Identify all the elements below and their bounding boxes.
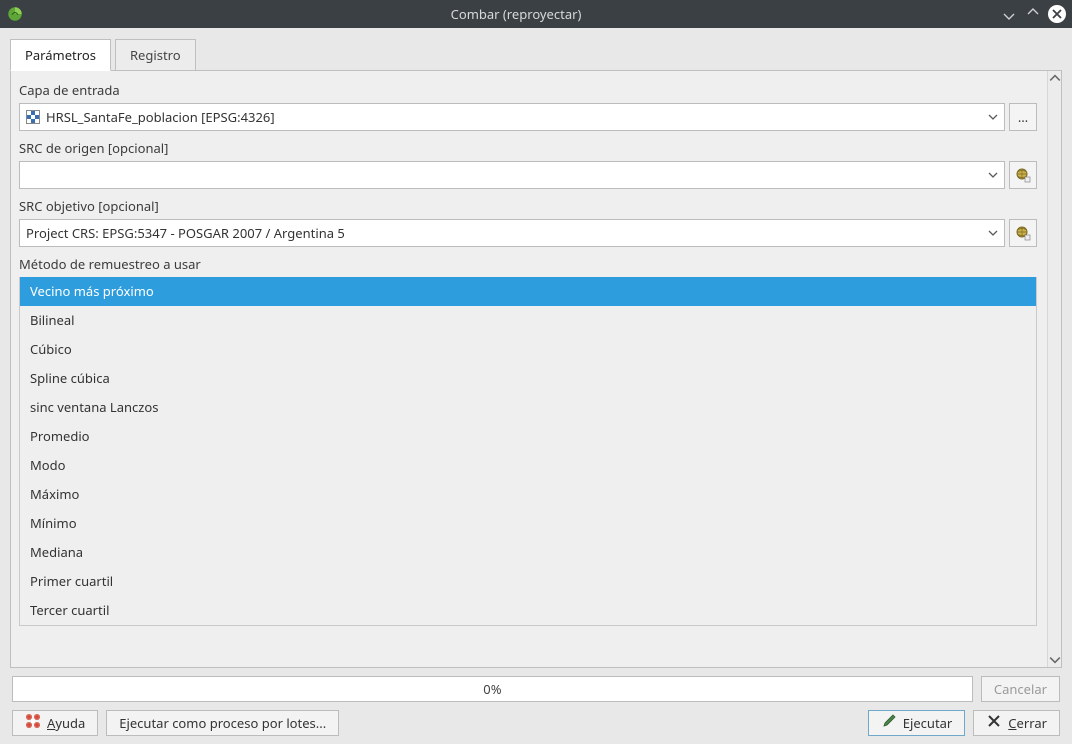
label-target-crs: SRC objetivo [opcional] <box>19 197 1037 215</box>
tab-log[interactable]: Registro <box>115 39 196 71</box>
tab-panel: Capa de entrada HRSL_SantaFe_poblacion [… <box>10 70 1062 668</box>
help-label: Ayuda <box>47 714 85 732</box>
input-layer-value: HRSL_SantaFe_poblacion [EPSG:4326] <box>46 108 275 126</box>
chevron-down-icon <box>988 166 998 184</box>
window-title: Combar (reproyectar) <box>32 5 1000 23</box>
resample-option[interactable]: Primer cuartil <box>20 567 1036 596</box>
bottom-area: 0% Cancelar Ayuda Ejecutar como proceso … <box>10 668 1062 736</box>
parameters-scroll: Capa de entrada HRSL_SantaFe_poblacion [… <box>11 71 1047 667</box>
cancel-progress-button: Cancelar <box>981 676 1060 702</box>
source-crs-combo[interactable] <box>19 161 1005 189</box>
scroll-down-icon[interactable] <box>1049 654 1061 666</box>
resample-option[interactable]: Spline cúbica <box>20 364 1036 393</box>
run-label: Ejecutar <box>903 714 953 732</box>
chevron-down-icon <box>988 224 998 242</box>
resample-option[interactable]: Bilineal <box>20 306 1036 335</box>
titlebar: Combar (reproyectar) <box>0 0 1072 28</box>
input-layer-more-button[interactable]: … <box>1009 103 1037 131</box>
scroll-up-icon[interactable] <box>1049 72 1061 84</box>
close-button[interactable]: Cerrar <box>973 710 1060 736</box>
label-source-crs: SRC de origen [opcional] <box>19 139 1037 157</box>
resample-option[interactable]: sinc ventana Lanczos <box>20 393 1036 422</box>
resample-option[interactable]: Mediana <box>20 538 1036 567</box>
dialog-body: Parámetros Registro Capa de entrada HRSL… <box>0 28 1072 744</box>
vertical-scrollbar[interactable] <box>1047 71 1061 667</box>
target-crs-value: Project CRS: EPSG:5347 - POSGAR 2007 / A… <box>26 224 345 242</box>
maximize-icon[interactable] <box>1024 5 1042 23</box>
help-button[interactable]: Ayuda <box>12 710 98 736</box>
select-target-crs-button[interactable] <box>1009 219 1037 247</box>
label-input-layer: Capa de entrada <box>19 81 1037 99</box>
resample-option[interactable]: Tercer cuartil <box>20 596 1036 625</box>
chevron-down-icon <box>988 108 998 126</box>
app-icon <box>6 5 24 23</box>
tabs: Parámetros Registro <box>10 38 1062 70</box>
run-button[interactable]: Ejecutar <box>868 710 966 736</box>
close-label: Cerrar <box>1008 714 1047 732</box>
resample-option[interactable]: Mínimo <box>20 509 1036 538</box>
resample-option[interactable]: Vecino más próximo <box>20 277 1036 306</box>
target-crs-combo[interactable]: Project CRS: EPSG:5347 - POSGAR 2007 / A… <box>19 219 1005 247</box>
resample-dropdown[interactable]: Vecino más próximo Bilineal Cúbico Splin… <box>19 277 1037 626</box>
progress-bar: 0% <box>12 676 973 702</box>
tab-parameters[interactable]: Parámetros <box>10 39 111 71</box>
resample-option[interactable]: Máximo <box>20 480 1036 509</box>
window-controls <box>1000 5 1066 23</box>
input-layer-combo[interactable]: HRSL_SantaFe_poblacion [EPSG:4326] <box>19 103 1005 131</box>
close-icon[interactable] <box>1048 5 1066 23</box>
resample-option[interactable]: Cúbico <box>20 335 1036 364</box>
run-icon <box>881 713 897 733</box>
select-source-crs-button[interactable] <box>1009 161 1037 189</box>
close-x-icon <box>986 713 1002 733</box>
help-icon <box>25 713 41 733</box>
resample-option[interactable]: Promedio <box>20 422 1036 451</box>
raster-layer-icon <box>26 110 40 124</box>
minimize-icon[interactable] <box>1000 5 1018 23</box>
label-resample: Método de remuestreo a usar <box>19 255 1037 273</box>
run-batch-button[interactable]: Ejecutar como proceso por lotes... <box>106 710 339 736</box>
resample-option[interactable]: Modo <box>20 451 1036 480</box>
